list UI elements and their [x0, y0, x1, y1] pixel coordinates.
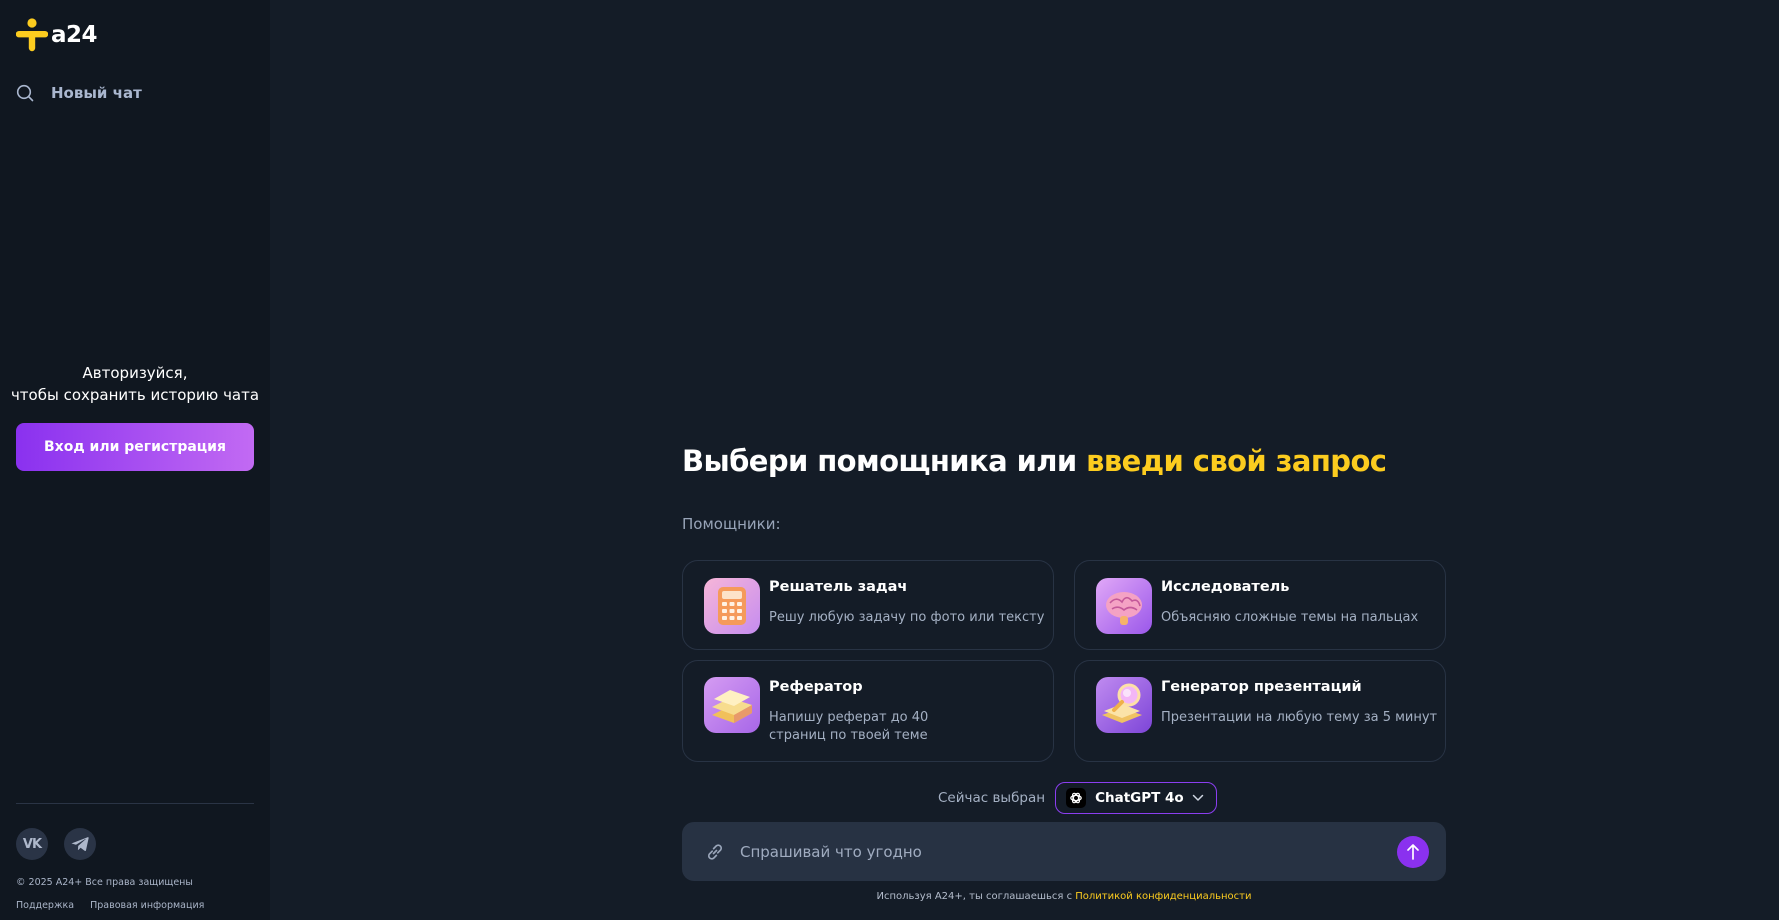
- card-description: Презентации на любую тему за 5 минут: [1161, 710, 1438, 725]
- vk-icon: VK: [22, 836, 42, 852]
- brand-logo[interactable]: a24: [16, 18, 98, 52]
- brain-icon: [1096, 578, 1152, 634]
- card-description: Объясняю сложные темы на пальцах: [1161, 610, 1419, 625]
- magnifier-book-icon: [1096, 677, 1152, 733]
- auth-prompt: Авторизуйся, чтобы сохранить историю чат…: [0, 362, 270, 406]
- card-title: Исследователь: [1161, 579, 1290, 595]
- search-icon: [16, 84, 34, 102]
- chat-input[interactable]: [740, 832, 1360, 871]
- model-label: Сейчас выбран: [938, 790, 1046, 806]
- disclaimer-text: Используя A24+, ты соглашаешься с: [876, 891, 1076, 902]
- card-title: Рефератор: [769, 679, 863, 695]
- new-chat-label: Новый чат: [51, 84, 142, 102]
- assistant-card-essay-writer[interactable]: Рефератор Напишу реферат до 40 страниц п…: [682, 660, 1054, 762]
- attach-link-icon[interactable]: [704, 841, 726, 863]
- send-button[interactable]: [1397, 836, 1429, 868]
- telegram-icon: [71, 837, 89, 851]
- papers-icon: [704, 677, 760, 733]
- sidebar-divider: [16, 803, 254, 804]
- plus-logo-icon: [16, 18, 48, 52]
- copyright: © 2025 A24+ Все права защищены: [16, 877, 193, 888]
- helpers-label: Помощники:: [682, 515, 781, 533]
- card-description: Решу любую задачу по фото или тексту: [769, 610, 1045, 625]
- vk-link[interactable]: VK: [16, 828, 48, 860]
- login-register-button[interactable]: Вход или регистрация: [16, 423, 254, 471]
- openai-icon: [1066, 788, 1087, 808]
- auth-line-1: Авторизуйся,: [82, 364, 188, 382]
- title-plain: Выбери помощника или: [682, 444, 1087, 478]
- privacy-policy-link[interactable]: Политикой конфиденциальности: [1075, 891, 1251, 902]
- card-title: Генератор презентаций: [1161, 679, 1362, 695]
- sidebar: a24 Новый чат Авторизуйся, чтобы сохрани…: [0, 0, 270, 920]
- logo-text: a24: [51, 22, 98, 48]
- model-selector-row: Сейчас выбран ChatGPT 4o: [938, 782, 1217, 814]
- auth-line-2: чтобы сохранить историю чата: [10, 386, 260, 404]
- page-title: Выбери помощника или введи свой запрос: [682, 444, 1387, 478]
- arrow-up-icon: [1407, 844, 1419, 860]
- social-links: VK: [16, 828, 96, 860]
- assistant-card-task-solver[interactable]: Решатель задач Решу любую задачу по фото…: [682, 560, 1054, 650]
- card-title: Решатель задач: [769, 579, 908, 595]
- chevron-down-icon: [1192, 794, 1203, 801]
- chat-input-bar: [682, 822, 1446, 881]
- support-link[interactable]: Поддержка: [16, 900, 74, 911]
- title-accent: введи свой запрос: [1086, 444, 1387, 478]
- calculator-icon: [704, 578, 760, 634]
- privacy-disclaimer: Используя A24+, ты соглашаешься с Полити…: [682, 891, 1446, 902]
- model-name: ChatGPT 4o: [1095, 790, 1184, 806]
- assistant-card-researcher[interactable]: Исследователь Объясняю сложные темы на п…: [1074, 560, 1446, 650]
- model-select-dropdown[interactable]: ChatGPT 4o: [1055, 782, 1217, 814]
- assistant-card-presentation-generator[interactable]: Генератор презентаций Презентации на люб…: [1074, 660, 1446, 762]
- new-chat-button[interactable]: Новый чат: [14, 82, 144, 104]
- footer-links: Поддержка Правовая информация: [16, 900, 204, 911]
- telegram-link[interactable]: [64, 828, 96, 860]
- card-description: Напишу реферат до 40 страниц по твоей те…: [769, 710, 929, 743]
- legal-info-link[interactable]: Правовая информация: [90, 900, 204, 911]
